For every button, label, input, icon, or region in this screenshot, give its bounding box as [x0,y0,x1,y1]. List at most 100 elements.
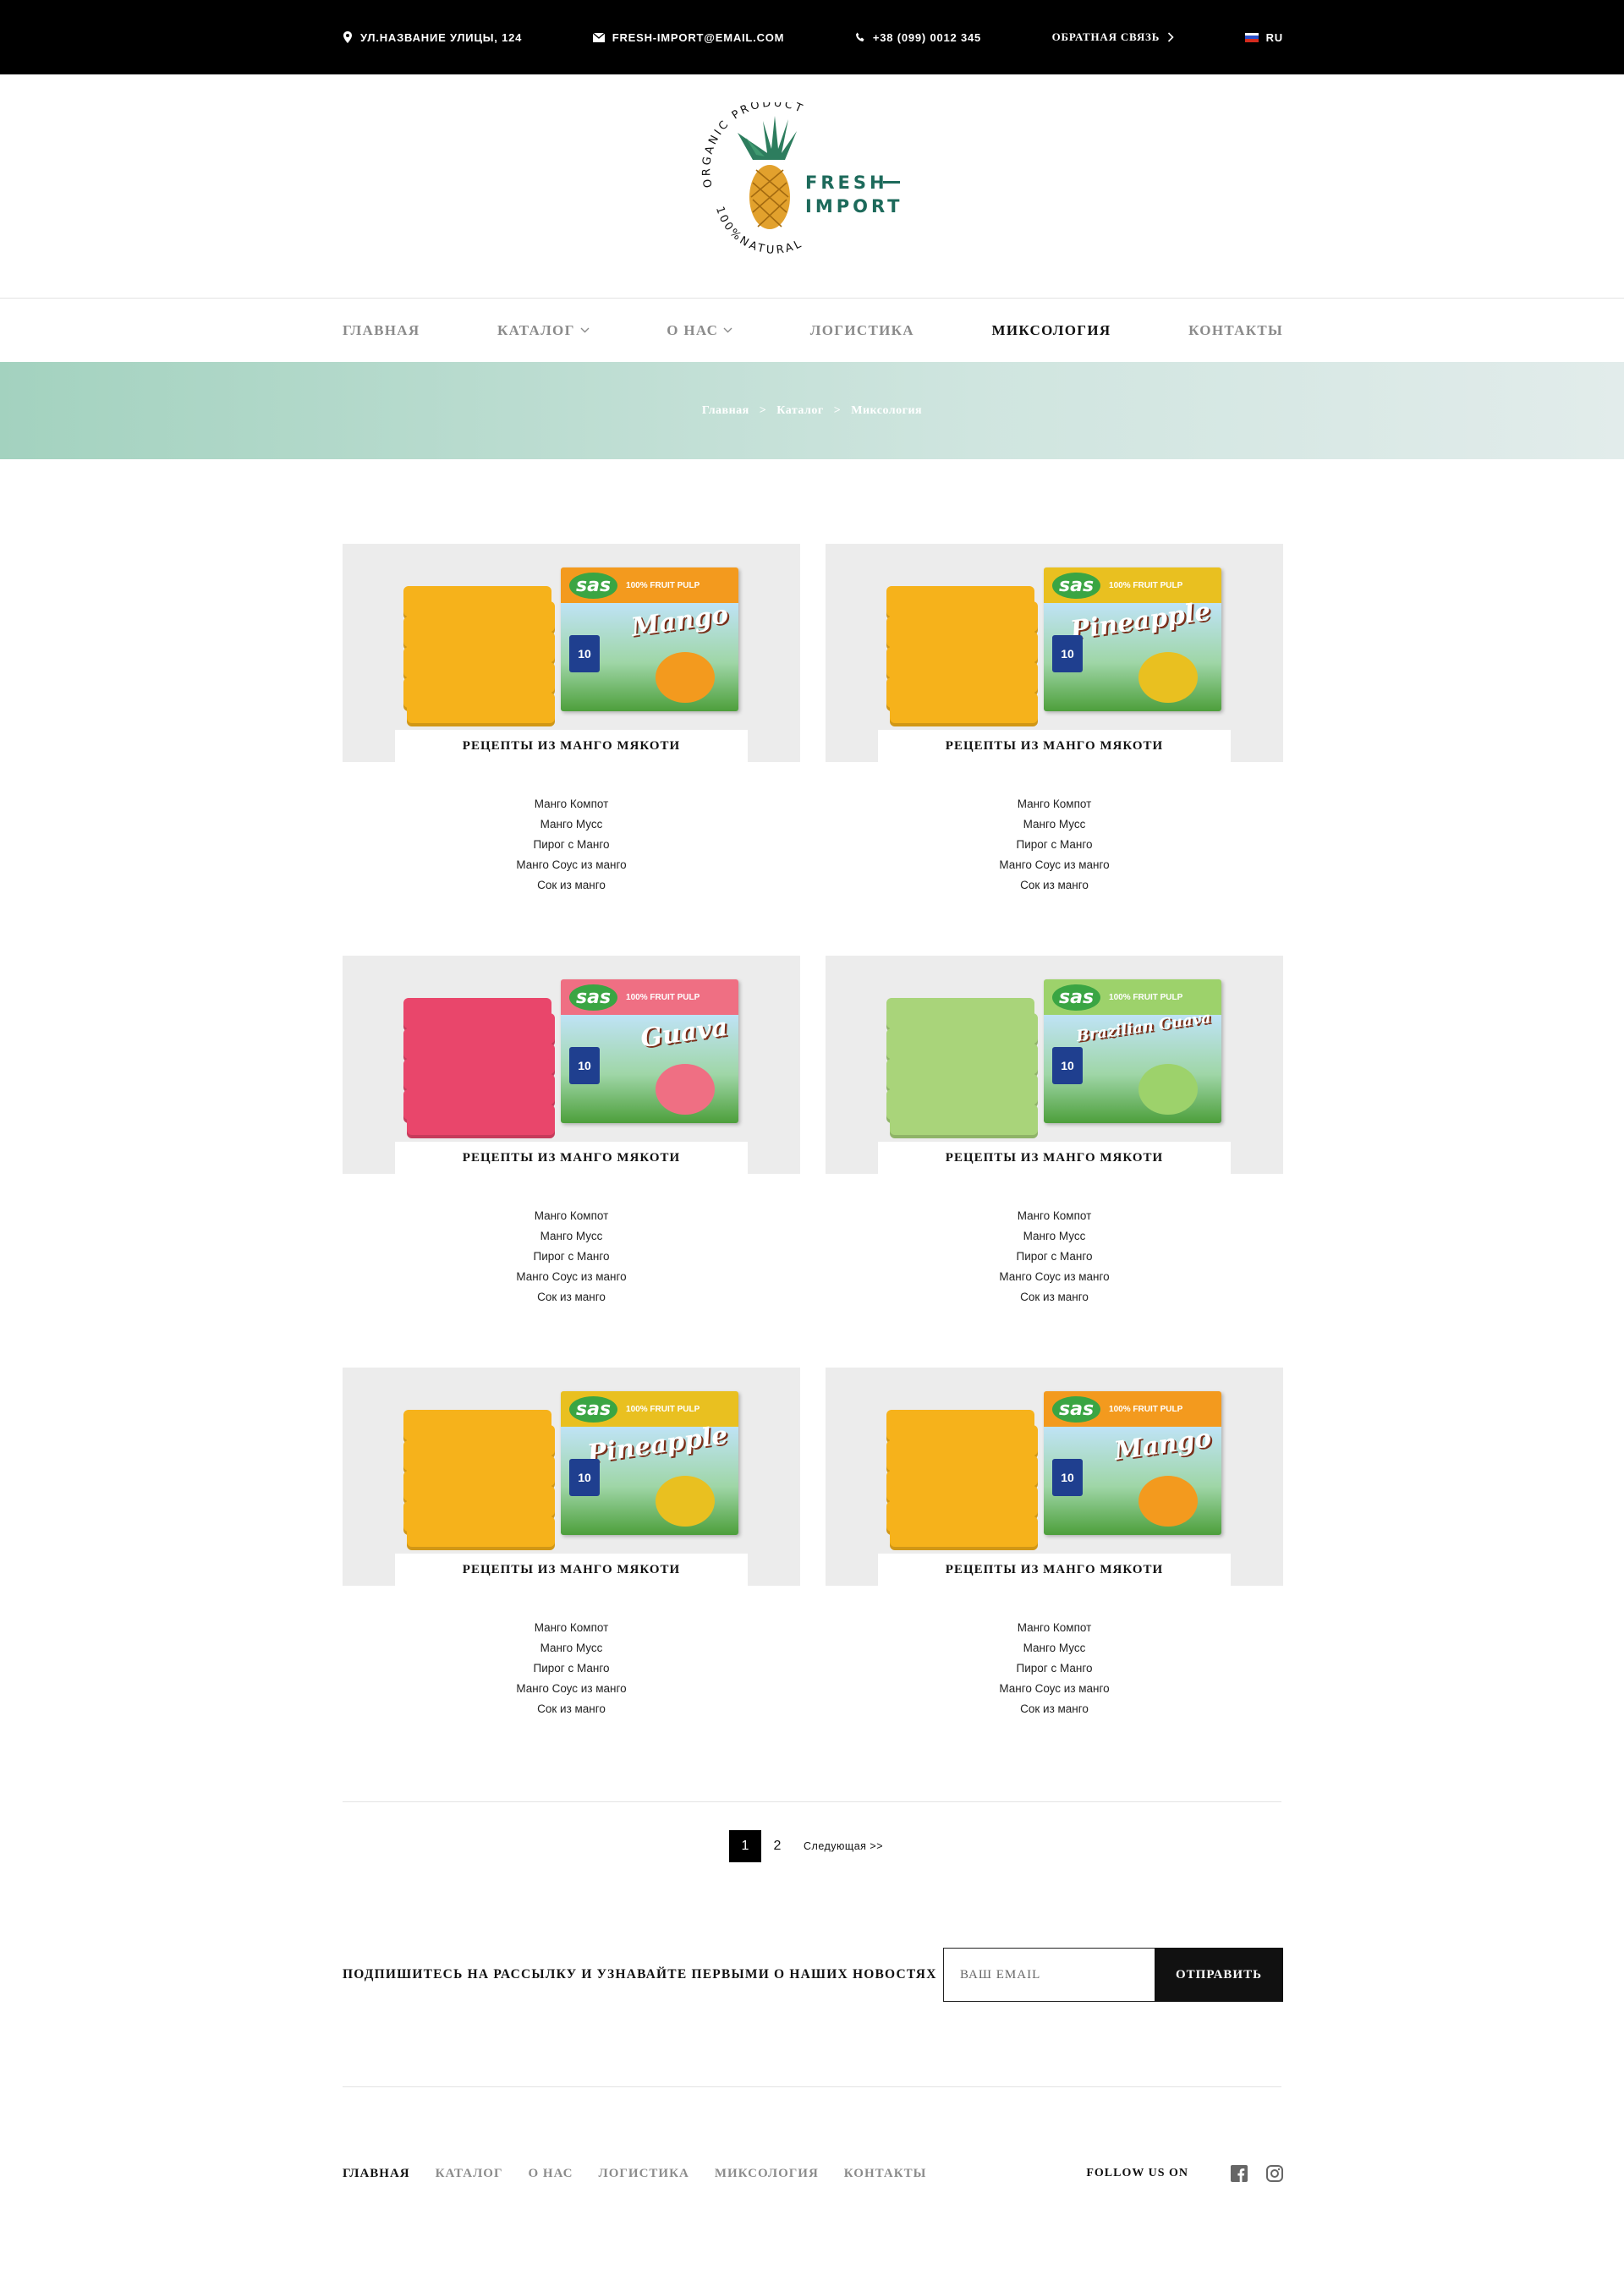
brand-logo: sas [569,1395,618,1423]
recipe-link[interactable]: Манго Соус из манго [826,855,1283,875]
recipe-card-title[interactable]: РЕЦЕПТЫ ИЗ МАНГО МЯКОТИ [395,1554,748,1586]
submit-button[interactable]: ОТПРАВИТЬ [1155,1948,1283,2002]
footer-link-mixology[interactable]: МИКСОЛОГИЯ [715,2167,819,2181]
chevron-right-icon [1168,32,1174,42]
nav-item-home[interactable]: ГЛАВНАЯ [343,322,420,339]
footer-link-catalog[interactable]: КАТАЛОГ [436,2167,503,2181]
recipe-link[interactable]: Манго Компот [826,1206,1283,1226]
recipe-link[interactable]: Сок из манго [343,875,800,896]
recipe-link[interactable]: Манго Соус из манго [343,855,800,875]
footer-link-about[interactable]: О НАС [529,2167,573,2181]
product-image[interactable]: sas 100% FRUIT PULP Brazilian Guava 10 РЕЦЕП… [826,956,1283,1174]
pulp-pouch-stack [886,586,1038,726]
recipe-link[interactable]: Манго Компот [343,1618,800,1638]
pulp-pouch [890,1516,1038,1550]
recipe-card-title[interactable]: РЕЦЕПТЫ ИЗ МАНГО МЯКОТИ [395,1142,748,1174]
divider [343,2086,1281,2087]
footer-link-home[interactable]: ГЛАВНАЯ [343,2167,410,2181]
recipe-card[interactable]: sas 100% FRUIT PULP Brazilian Guava 10 РЕЦЕП… [826,956,1283,1307]
product-image[interactable]: sas 100% FRUIT PULP Mango 10 РЕЦЕПТЫ ИЗ МАНГ… [826,1368,1283,1586]
nav-item-logistics[interactable]: ЛОГИСТИКА [810,322,914,339]
email-info[interactable]: FRESH-IMPORT@EMAIL.COM [592,31,785,44]
product-image[interactable]: sas 100% FRUIT PULP Guava 10 РЕЦЕПТЫ ИЗ МАНГ… [343,956,800,1174]
recipe-card[interactable]: sas 100% FRUIT PULP Pineapple 10 РЕЦЕПТЫ ИЗ … [343,1368,800,1719]
recipe-card-title[interactable]: РЕЦЕПТЫ ИЗ МАНГО МЯКОТИ [878,1554,1231,1586]
recipe-link[interactable]: Манго Мусс [343,1226,800,1247]
fruit-illustration [656,1064,715,1115]
brand-logo: sas [569,572,618,599]
recipe-link[interactable]: Манго Мусс [826,814,1283,835]
recipe-link[interactable]: Манго Соус из манго [343,1267,800,1287]
recipe-card[interactable]: sas 100% FRUIT PULP Mango 10 РЕЦЕПТЫ ИЗ МАНГ… [343,544,800,896]
product-claim: 100% FRUIT PULP [626,580,700,590]
phone-info[interactable]: +38 (099) 0012 345 [855,31,981,44]
nav-item-mixology[interactable]: МИКСОЛОГИЯ [991,322,1111,339]
product-image[interactable]: sas 100% FRUIT PULP Mango 10 РЕЦЕПТЫ ИЗ МАНГ… [343,544,800,762]
email-text[interactable]: FRESH-IMPORT@EMAIL.COM [612,31,785,44]
recipe-link[interactable]: Манго Компот [826,794,1283,814]
footer-link-contacts[interactable]: КОНТАКТЫ [844,2167,927,2181]
language-switcher[interactable]: RU [1244,31,1283,44]
recipe-link[interactable]: Сок из манго [826,875,1283,896]
instagram-icon[interactable] [1266,2165,1283,2182]
nav-item-about[interactable]: О НАС [667,322,732,339]
product-claim: 100% FRUIT PULP [1109,992,1183,1002]
pulp-pouch-stack [403,998,555,1138]
product-box: sas 100% FRUIT PULP Mango 10 [1044,1391,1221,1535]
recipe-card[interactable]: sas 100% FRUIT PULP Guava 10 РЕЦЕПТЫ ИЗ МАНГ… [343,956,800,1307]
email-input[interactable] [943,1948,1155,2002]
recipe-link[interactable]: Манго Соус из манго [826,1679,1283,1699]
location-pin-icon [343,31,352,43]
recipe-link[interactable]: Пирог с Манго [826,1658,1283,1679]
phone-text[interactable]: +38 (099) 0012 345 [873,31,981,44]
pulp-pouch [890,1105,1038,1138]
feedback-text[interactable]: ОБРАТНАЯ СВЯЗЬ [1052,30,1160,44]
recipe-card[interactable]: sas 100% FRUIT PULP Pineapple 10 РЕЦЕПТЫ ИЗ … [826,544,1283,896]
recipe-card[interactable]: sas 100% FRUIT PULP Mango 10 РЕЦЕПТЫ ИЗ МАНГ… [826,1368,1283,1719]
recipe-link[interactable]: Манго Компот [826,1618,1283,1638]
recipe-link[interactable]: Манго Мусс [826,1638,1283,1658]
footer-link-logistics[interactable]: ЛОГИСТИКА [599,2167,689,2181]
breadcrumb-home[interactable]: Главная [702,404,749,417]
facebook-icon[interactable] [1231,2165,1248,2182]
recipe-card-title[interactable]: РЕЦЕПТЫ ИЗ МАНГО МЯКОТИ [395,730,748,762]
page-2-button[interactable]: 2 [761,1830,793,1862]
brand-logo: sas [1052,1395,1101,1423]
product-image[interactable]: sas 100% FRUIT PULP Pineapple 10 РЕЦЕПТЫ ИЗ … [826,544,1283,762]
recipe-link[interactable]: Манго Мусс [826,1226,1283,1247]
language-code[interactable]: RU [1266,31,1283,44]
fruit-illustration [656,652,715,703]
divider [343,1801,1281,1802]
product-claim: 100% FRUIT PULP [626,992,700,1002]
russian-flag-icon [1244,32,1259,42]
product-claim: 100% FRUIT PULP [1109,1404,1183,1414]
fruit-illustration [1138,1064,1198,1115]
recipe-link[interactable]: Пирог с Манго [826,1247,1283,1267]
page-1-button[interactable]: 1 [729,1830,761,1862]
recipe-link[interactable]: Манго Мусс [343,1638,800,1658]
pineapple-icon [738,116,802,229]
breadcrumb-catalog[interactable]: Каталог [776,404,824,417]
recipe-link[interactable]: Манго Соус из манго [343,1679,800,1699]
recipe-link[interactable]: Манго Мусс [343,814,800,835]
next-page-link[interactable]: Следующая >> [804,1840,883,1852]
fresh-import-logo[interactable]: ORGANIC PRODUCT 100%NATURAL FRESH IMPORT [687,102,941,271]
recipe-link[interactable]: Пирог с Манго [343,1658,800,1679]
nav-item-contacts[interactable]: КОНТАКТЫ [1188,322,1283,339]
recipe-link[interactable]: Пирог с Манго [343,1247,800,1267]
recipe-link[interactable]: Манго Компот [343,794,800,814]
recipe-link[interactable]: Пирог с Манго [826,835,1283,855]
brand-logo: sas [569,984,618,1011]
recipe-link[interactable]: Пирог с Манго [343,835,800,855]
nav-item-catalog[interactable]: КАТАЛОГ [497,322,590,339]
product-image[interactable]: sas 100% FRUIT PULP Pineapple 10 РЕЦЕПТЫ ИЗ … [343,1368,800,1586]
recipe-link[interactable]: Сок из манго [343,1287,800,1307]
recipe-link[interactable]: Манго Компот [343,1206,800,1226]
recipe-card-title[interactable]: РЕЦЕПТЫ ИЗ МАНГО МЯКОТИ [878,730,1231,762]
recipe-link[interactable]: Сок из манго [826,1699,1283,1719]
recipe-link[interactable]: Сок из манго [343,1699,800,1719]
recipe-card-title[interactable]: РЕЦЕПТЫ ИЗ МАНГО МЯКОТИ [878,1142,1231,1174]
recipe-link[interactable]: Сок из манго [826,1287,1283,1307]
recipe-link[interactable]: Манго Соус из манго [826,1267,1283,1287]
feedback-link[interactable]: ОБРАТНАЯ СВЯЗЬ [1052,30,1175,44]
